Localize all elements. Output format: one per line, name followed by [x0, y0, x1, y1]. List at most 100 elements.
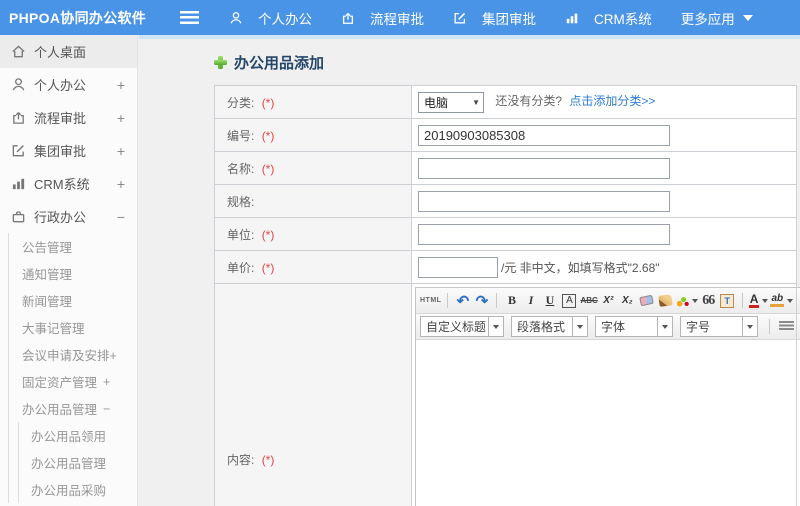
- paragraph-format-select[interactable]: 段落格式: [511, 316, 588, 337]
- field-label: 分类:: [227, 95, 255, 110]
- submenu-label: 新闻管理: [22, 295, 73, 309]
- category-hint: 还没有分类?: [495, 94, 563, 109]
- expand-toggle[interactable]: +: [117, 77, 125, 93]
- subsubmenu-supplies-purchase[interactable]: 办公用品采购: [19, 476, 137, 503]
- hamburger-menu-icon[interactable]: [180, 11, 199, 24]
- blockquote-button[interactable]: 66: [700, 291, 717, 311]
- sidebar-item-personal-desktop[interactable]: 个人桌面: [0, 35, 137, 68]
- sidebar-submenu: 公告管理 通知管理 新闻管理 大事记管理 会议申请及安排+ 固定资产管理 + 办…: [8, 233, 137, 503]
- sidebar-item-workflow-approval[interactable]: 流程审批 +: [0, 101, 137, 134]
- submenu-announcement-mgmt[interactable]: 公告管理: [9, 233, 137, 260]
- submenu-label: 通知管理: [22, 268, 73, 282]
- sidebar: 个人桌面 个人办公 + 流程审批 + 集团审批 + CRM系统 + 行政办公 −: [0, 35, 138, 506]
- font-size-select[interactable]: 字号: [680, 316, 758, 337]
- highlight-color-button[interactable]: ab: [770, 291, 794, 311]
- align-left-icon[interactable]: [779, 321, 794, 332]
- font-family-select[interactable]: 字体: [595, 316, 673, 337]
- spec-input[interactable]: [418, 190, 670, 212]
- collapse-toggle[interactable]: −: [117, 209, 125, 225]
- category-select[interactable]: 电脑 ▼: [418, 91, 484, 113]
- heading-select[interactable]: 自定义标题: [420, 316, 504, 337]
- submenu-label: 会议申请及安排+: [22, 349, 117, 363]
- undo-button[interactable]: ↶: [454, 291, 471, 311]
- nav-crm-system[interactable]: CRM系统: [565, 8, 652, 28]
- submenu-fixed-assets-mgmt[interactable]: 固定资产管理 +: [9, 368, 137, 395]
- caret-down-icon: [493, 324, 499, 329]
- field-label: 编号:: [227, 128, 255, 143]
- font-color-icon: A: [748, 291, 760, 308]
- submenu-news-mgmt[interactable]: 新闻管理: [9, 287, 137, 314]
- nav-label: 流程审批: [370, 11, 424, 27]
- sidebar-item-personal-office[interactable]: 个人办公 +: [0, 68, 137, 101]
- toolbar-separator: [496, 293, 498, 308]
- submenu-label: 固定资产管理: [22, 376, 98, 390]
- bold-button[interactable]: B: [503, 291, 520, 311]
- brush-icon: [658, 294, 673, 307]
- char-border-button[interactable]: A: [562, 293, 577, 308]
- field-label: 内容:: [227, 452, 255, 467]
- required-mark: (*): [261, 452, 275, 467]
- submenu-label: 大事记管理: [22, 322, 85, 336]
- price-input[interactable]: [418, 256, 498, 278]
- nav-personal-office[interactable]: 个人办公: [229, 8, 312, 28]
- html-source-button[interactable]: HTML: [420, 291, 441, 311]
- submenu-label: 办公用品管理: [31, 457, 107, 471]
- nav-label: 个人办公: [258, 11, 312, 27]
- remove-format-button[interactable]: [638, 291, 655, 311]
- expand-toggle[interactable]: +: [103, 375, 110, 389]
- subscript-button[interactable]: X₂: [619, 291, 636, 311]
- italic-button[interactable]: I: [522, 291, 539, 311]
- nav-group-approval[interactable]: 集团审批: [453, 8, 536, 28]
- submenu-office-supplies-mgmt[interactable]: 办公用品管理 −: [9, 395, 137, 422]
- strikethrough-button[interactable]: ABC: [580, 291, 597, 311]
- font-size-select-value: 字号: [686, 320, 711, 334]
- submenu-notice-mgmt[interactable]: 通知管理: [9, 260, 137, 287]
- expand-toggle[interactable]: +: [117, 143, 125, 159]
- nav-label: 更多应用: [680, 11, 735, 27]
- collapse-toggle[interactable]: −: [103, 402, 110, 416]
- subsubmenu-supplies-claim[interactable]: 办公用品领用: [19, 422, 137, 449]
- sidebar-item-admin-office[interactable]: 行政办公 −: [0, 200, 137, 233]
- content-label-cell: 内容: (*): [214, 283, 412, 506]
- caret-down-icon: [742, 14, 753, 21]
- dropdown-button: [572, 317, 587, 336]
- field-label: 单价:: [227, 260, 255, 275]
- sidebar-item-group-approval[interactable]: 集团审批 +: [0, 134, 137, 167]
- unit-field-cell: [411, 217, 797, 251]
- name-input[interactable]: [418, 157, 670, 179]
- page-title-text: 办公用品添加: [234, 55, 325, 72]
- font-color-button[interactable]: A: [748, 291, 769, 311]
- unit-input[interactable]: [418, 223, 670, 245]
- caret-down-icon: [577, 324, 583, 329]
- paste-as-text-button[interactable]: T: [719, 291, 736, 311]
- form-row-code: 编号: (*): [214, 118, 797, 152]
- editor-content-area[interactable]: [416, 340, 800, 506]
- price-suffix: /元 非中文，如填写格式"2.68": [501, 260, 660, 275]
- edit-icon: [453, 11, 469, 25]
- nav-workflow-approval[interactable]: 流程审批: [341, 8, 424, 28]
- select-arrow-icon: ▼: [472, 97, 480, 107]
- flow-icon: [11, 110, 27, 125]
- submenu-meeting-request[interactable]: 会议申请及安排+: [9, 341, 137, 368]
- editor-toolbar-row2: 自定义标题 段落格式 字体 字号: [416, 314, 800, 340]
- top-navigation: 个人办公 流程审批 集团审批 CRM系统 更多应用: [229, 8, 753, 28]
- heading-select-value: 自定义标题: [426, 320, 487, 334]
- submenu-events-mgmt[interactable]: 大事记管理: [9, 314, 137, 341]
- add-plus-icon: [214, 56, 227, 69]
- code-input[interactable]: [418, 124, 670, 146]
- format-painter-button[interactable]: [657, 291, 674, 311]
- unit-label-cell: 单位: (*): [214, 217, 412, 251]
- rich-text-editor: HTML ↶ ↷ B I U A ABC X² X₂ 66 T A ab 自定义…: [415, 287, 800, 506]
- subsubmenu-supplies-manage[interactable]: 办公用品管理: [19, 449, 137, 476]
- add-category-link[interactable]: 点击添加分类>>: [569, 94, 655, 108]
- sidebar-item-crm-system[interactable]: CRM系统 +: [0, 167, 137, 200]
- redo-button[interactable]: ↷: [473, 291, 490, 311]
- underline-button[interactable]: U: [541, 291, 558, 311]
- expand-toggle[interactable]: +: [117, 176, 125, 192]
- accent-strip: [139, 35, 800, 39]
- superscript-button[interactable]: X²: [600, 291, 617, 311]
- nav-more-apps[interactable]: 更多应用: [681, 8, 753, 28]
- expand-toggle[interactable]: +: [117, 110, 125, 126]
- add-supply-form: 分类: (*) 电脑 ▼ 还没有分类? 点击添加分类>> 编号: (*) 201…: [214, 85, 800, 506]
- emoticon-button[interactable]: [675, 291, 698, 311]
